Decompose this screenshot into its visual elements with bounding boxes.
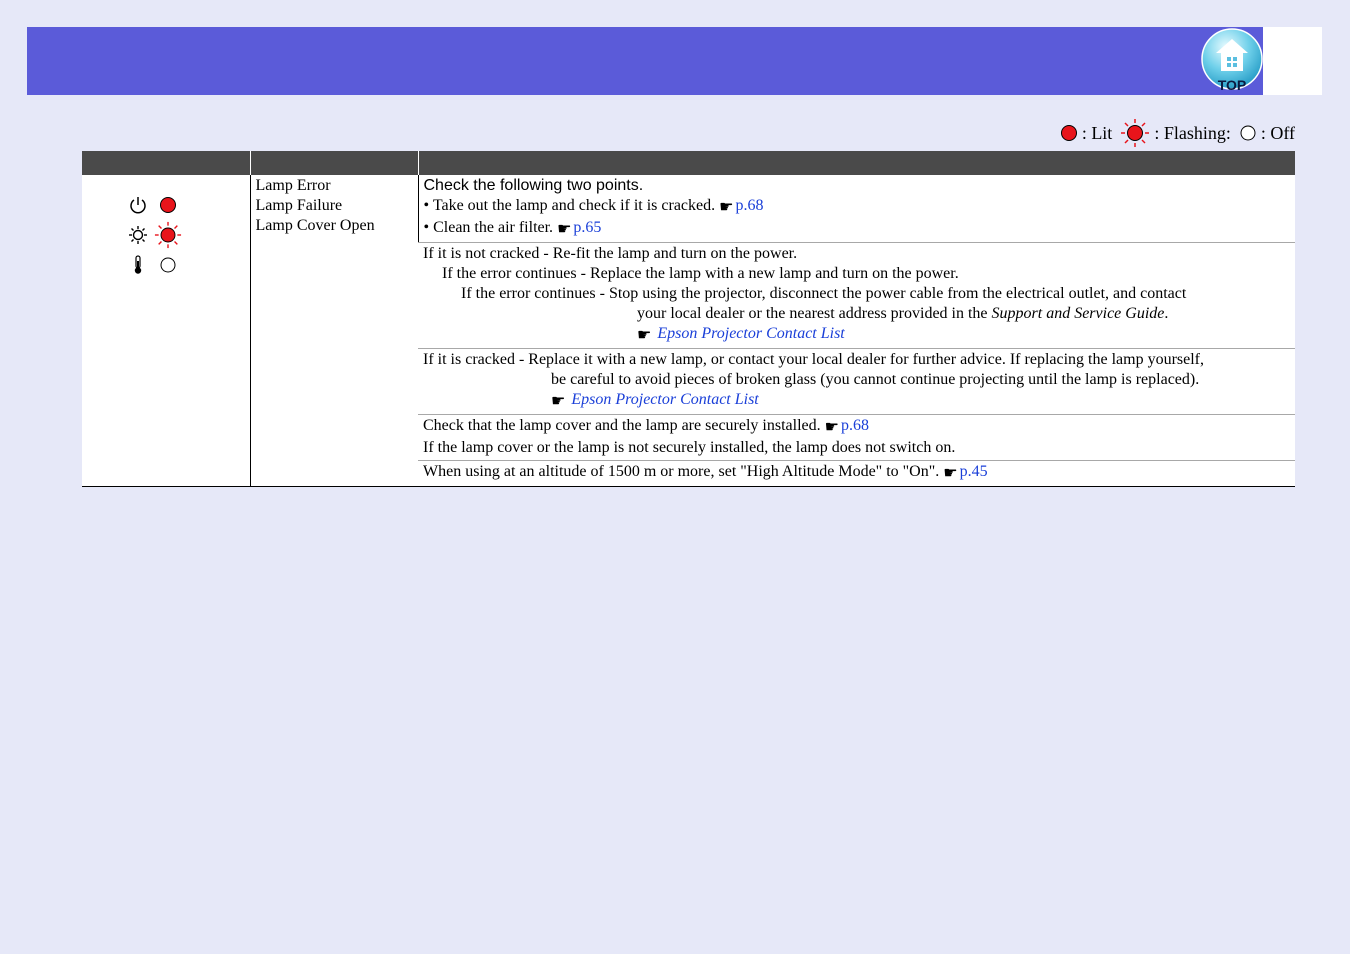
svg-text:TOP: TOP [1218, 77, 1247, 92]
home-icon: TOP [1201, 28, 1263, 93]
header-cell-remedy [417, 151, 1295, 175]
remedy-2-line-4: your local dealer or the nearest address… [423, 304, 1290, 324]
status-lamp-error: Lamp Error [255, 177, 331, 194]
remedy-5-line-1-text: When using at an altitude of 1500 m or m… [423, 463, 940, 480]
flashing-state-icon [154, 221, 182, 249]
header-cell-status [249, 151, 418, 175]
remedy-cell-3: If it is cracked - Replace it with a new… [418, 348, 1295, 415]
indicator-row-power [127, 190, 245, 220]
indicator-cell [82, 175, 250, 487]
top-button[interactable]: TOP [1201, 28, 1263, 93]
page-number-box [1263, 27, 1322, 95]
lit-state-icon [160, 197, 176, 213]
off-indicator-icon [1240, 125, 1256, 141]
remedy-2-line-2: If the error continues - Replace the lam… [442, 265, 959, 282]
remedy-2-line-4-end: . [1164, 305, 1169, 322]
table-header-row [82, 151, 1295, 175]
remedy-2-line-4-text: your local dealer or the nearest address… [637, 305, 992, 322]
status-lamp-cover-open: Lamp Cover Open [255, 217, 375, 234]
lamp-icon [129, 226, 147, 244]
remedy-3-line-2: be careful to avoid pieces of broken gla… [551, 371, 1200, 388]
lit-indicator-icon [1060, 125, 1077, 141]
remedy-2-line-1: If it is not cracked - Re-fit the lamp a… [423, 245, 798, 262]
pointing-hand-icon: ☛ [824, 419, 839, 436]
remedy-4-line-1: Check that the lamp cover and the lamp a… [423, 416, 1290, 438]
link-contact-list[interactable]: Epson Projector Contact List [571, 391, 758, 408]
pointing-hand-icon: ☛ [557, 221, 572, 238]
temp-icon [134, 255, 142, 274]
remedy-cell-4: Check that the lamp cover and the lamp a… [418, 414, 1295, 461]
remedy-bullet-1-text: • Take out the lamp and check if it is c… [423, 197, 716, 214]
remedy-3-line-1: If it is cracked - Replace it with a new… [423, 351, 1204, 368]
link-p65[interactable]: p.65 [573, 219, 601, 236]
link-p68[interactable]: p.68 [735, 197, 763, 214]
header-bar [27, 27, 1263, 95]
legend-flashing-label: : Flashing: [1154, 122, 1231, 143]
remedy-3-link-line: ☛ Epson Projector Contact List [423, 390, 1290, 412]
link-contact-list[interactable]: Epson Projector Contact List [657, 325, 844, 342]
legend: : Lit : Flashing: : Off [1060, 118, 1295, 148]
pointing-hand-icon: ☛ [943, 465, 958, 482]
remedy-cell-2: If it is not cracked - Re-fit the lamp a… [418, 242, 1295, 349]
remedy-bullet-2: • Clean the air filter. ☛ p.65 [424, 218, 1291, 240]
header-cell-indicator [82, 151, 250, 175]
support-guide-title: Support and Service Guide [991, 305, 1165, 322]
pointing-hand-icon: ☛ [551, 393, 566, 410]
remedy-bullet-1: • Take out the lamp and check if it is c… [424, 196, 1291, 218]
remedy-cell-5: When using at an altitude of 1500 m or m… [418, 460, 1295, 487]
flashing-indicator-icon [1121, 119, 1150, 147]
off-state-icon [160, 257, 176, 273]
pointing-hand-icon: ☛ [719, 199, 734, 216]
power-icon [130, 197, 146, 214]
table-row: Lamp Error Lamp Failure Lamp Cover Open … [82, 175, 1295, 487]
status-cell: Lamp Error Lamp Failure Lamp Cover Open [249, 175, 418, 487]
legend-lit-label: : Lit [1081, 122, 1113, 143]
remedy-2-line-3: If the error continues - Stop using the … [461, 285, 1187, 302]
indicator-row-temp [127, 250, 245, 280]
indicator-row-lamp [127, 220, 245, 250]
legend-off-label: : Off [1260, 122, 1295, 143]
status-lamp-failure: Lamp Failure [255, 197, 343, 214]
remedy-5-line-1: When using at an altitude of 1500 m or m… [423, 462, 1290, 484]
remedy-intro: Check the following two points. [423, 177, 644, 194]
remedy-4-line-2: If the lamp cover or the lamp is not sec… [423, 439, 956, 456]
link-p68[interactable]: p.68 [841, 417, 869, 434]
remedy-4-line-1-text: Check that the lamp cover and the lamp a… [423, 417, 821, 434]
remedy-bullet-2-text: • Clean the air filter. [423, 219, 554, 236]
troubleshooting-table: Lamp Error Lamp Failure Lamp Cover Open … [82, 151, 1295, 487]
pointing-hand-icon: ☛ [637, 327, 652, 344]
remedy-cell-1: Check the following two points. • Take o… [417, 175, 1295, 243]
link-p45[interactable]: p.45 [960, 463, 988, 480]
remedy-2-link-line: ☛ Epson Projector Contact List [423, 324, 1290, 346]
